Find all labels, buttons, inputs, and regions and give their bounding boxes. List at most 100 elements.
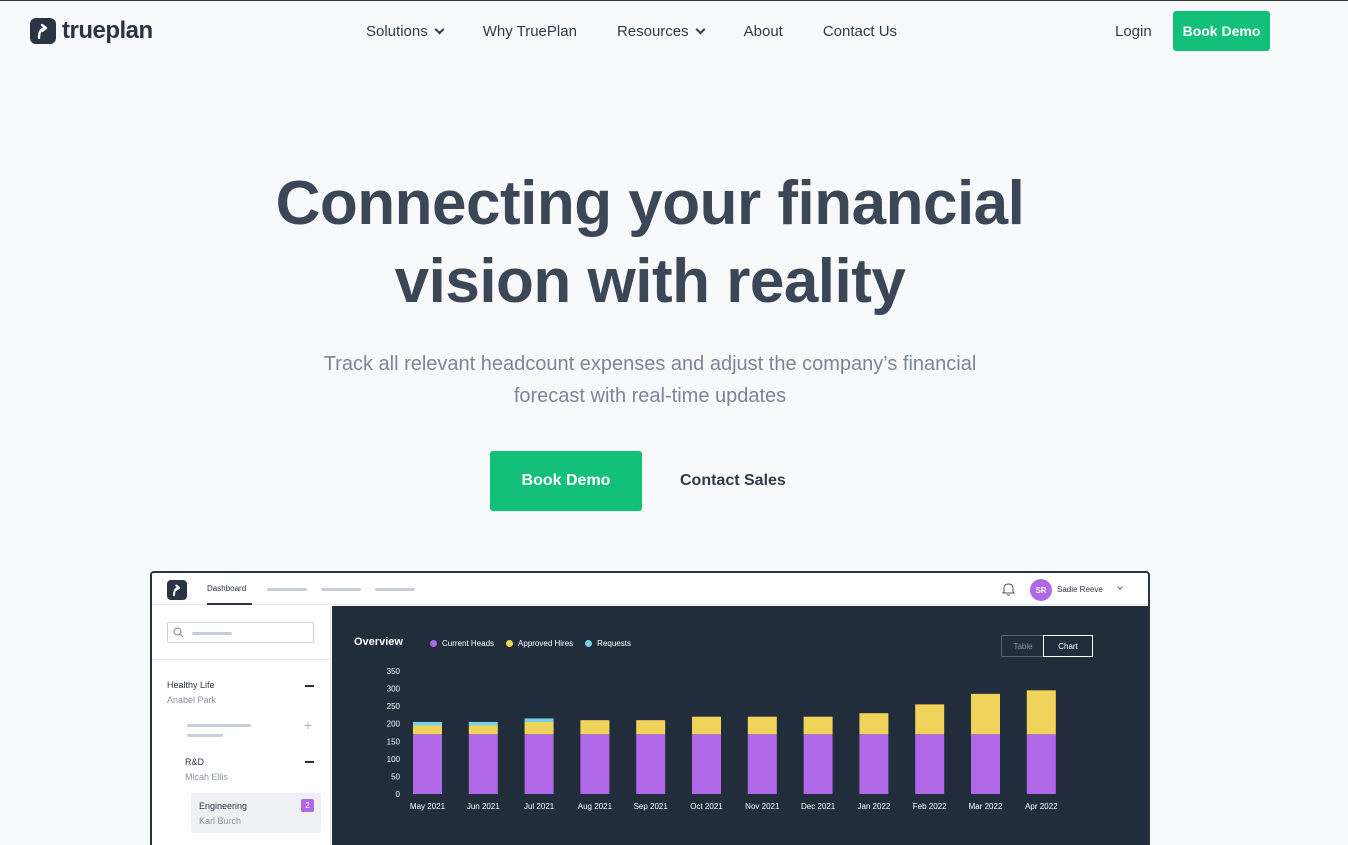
logo-arrow-icon (30, 18, 56, 44)
bar-approved-hires[interactable] (747, 716, 777, 735)
hero-title: Connecting your financial vision with re… (0, 165, 1300, 321)
avatar[interactable]: SR (1030, 579, 1052, 601)
nav-contact-us-label: Contact Us (822, 23, 898, 40)
bell-icon[interactable] (1002, 582, 1015, 596)
bar-current-heads[interactable] (747, 734, 777, 794)
y-tick-label: 50 (391, 772, 400, 781)
book-demo-nav-button[interactable]: Book Demo (1173, 11, 1270, 51)
chevron-down-icon (695, 24, 706, 35)
divider (152, 659, 331, 660)
login-link[interactable]: Login (1115, 23, 1152, 40)
nav-contact-us[interactable]: Contact Us (823, 23, 897, 40)
bar-approved-hires[interactable] (692, 716, 721, 735)
nav-about-label: About (743, 23, 783, 40)
placeholder-item (187, 724, 251, 727)
tab-dashboard[interactable]: Dashboard (207, 584, 246, 593)
nav-solutions[interactable]: Solutions (366, 23, 445, 40)
hero-subtitle-line-1: Track all relevant headcount expenses an… (323, 353, 977, 375)
tab-placeholder[interactable] (267, 588, 307, 591)
chevron-down-icon[interactable] (1117, 584, 1123, 590)
hero-subtitle-line-2: forecast with real-time updates (513, 385, 787, 407)
bar-approved-hires[interactable] (1026, 690, 1056, 735)
bar-current-heads[interactable] (636, 734, 666, 794)
bar-approved-hires[interactable] (636, 720, 666, 735)
nav-why-trueplan[interactable]: Why TruePlan (483, 23, 577, 40)
bar-current-heads[interactable] (971, 734, 1000, 794)
nav-resources-label: Resources (616, 23, 689, 40)
x-tick-label: Aug 2021 (578, 802, 613, 811)
book-demo-button[interactable]: Book Demo (490, 451, 642, 511)
bar-current-heads[interactable] (524, 734, 554, 794)
user-name[interactable]: Sadie Reeve (1057, 585, 1103, 594)
search-placeholder-bar (192, 632, 232, 635)
x-tick-label: Oct 2021 (690, 802, 723, 811)
bar-requests[interactable] (413, 721, 442, 726)
bar-current-heads[interactable] (1026, 734, 1056, 794)
hero-subtitle: Track all relevant headcount expenses an… (0, 348, 1300, 412)
app-preview: Dashboard SR Sadie Reeve Healthy Life An… (150, 571, 1150, 845)
y-tick-label: 150 (387, 737, 401, 746)
headcount-chart: 0 50 100 150 200 250 300 350 May 2021 Jun 2021 Jul… (387, 667, 1058, 811)
hero-title-line-1: Connecting your financial (275, 169, 1025, 238)
bar-requests[interactable] (468, 721, 498, 726)
bar-current-heads[interactable] (580, 734, 610, 794)
x-tick-label: May 2021 (410, 802, 446, 811)
group-title[interactable]: Healthy Life (167, 680, 215, 690)
bar-current-heads[interactable] (859, 734, 889, 794)
y-tick-label: 0 (396, 790, 401, 799)
active-tab-indicator (207, 603, 252, 605)
x-tick-label: Dec 2021 (801, 802, 836, 811)
chevron-down-icon (434, 24, 445, 35)
bar-current-heads[interactable] (468, 734, 498, 794)
collapse-icon[interactable] (305, 761, 314, 763)
x-tick-label: Jul 2021 (524, 802, 555, 811)
y-tick-label: 250 (387, 702, 401, 711)
top-navigation: trueplan Solutions Why TruePlan Resource… (0, 1, 1348, 61)
tab-placeholder[interactable] (375, 588, 415, 591)
add-icon[interactable]: + (304, 718, 312, 732)
bar-approved-hires[interactable] (413, 725, 442, 735)
search-input[interactable] (167, 622, 314, 643)
nav-resources[interactable]: Resources (616, 23, 706, 40)
app-logo-icon (167, 580, 187, 600)
bar-approved-hires[interactable] (859, 713, 889, 735)
bar-requests[interactable] (524, 718, 554, 722)
collapse-icon[interactable] (305, 685, 314, 687)
brand-logo[interactable]: trueplan (30, 17, 153, 45)
bar-approved-hires[interactable] (580, 720, 610, 735)
subgroup-owner: Micah Ellis (185, 772, 229, 782)
bar-approved-hires[interactable] (971, 693, 1000, 735)
search-icon (173, 627, 184, 638)
team-owner: Karl Burch (199, 816, 242, 826)
y-tick-label: 100 (387, 755, 401, 764)
y-tick-label: 350 (387, 667, 401, 676)
x-tick-label: Feb 2022 (913, 802, 947, 811)
tab-placeholder[interactable] (321, 588, 361, 591)
bar-current-heads[interactable] (803, 734, 833, 794)
bar-approved-hires[interactable] (803, 716, 833, 735)
contact-sales-link[interactable]: Contact Sales (680, 472, 786, 490)
y-tick-label: 200 (387, 720, 401, 729)
nav-why-trueplan-label: Why TruePlan (482, 23, 577, 40)
app-header: Dashboard SR Sadie Reeve (152, 573, 1148, 605)
subgroup-title[interactable]: R&D (185, 757, 204, 767)
x-tick-label: Apr 2022 (1025, 802, 1058, 811)
bar-approved-hires[interactable] (524, 721, 554, 735)
hero-title-line-2: vision with reality (394, 247, 906, 316)
nav-solutions-label: Solutions (366, 23, 428, 40)
sidebar-item-engineering[interactable]: Engineering Karl Burch 2 (191, 793, 321, 833)
bar-current-heads[interactable] (915, 734, 945, 794)
bar-current-heads[interactable] (413, 734, 442, 794)
brand-name: trueplan (62, 17, 153, 44)
bar-approved-hires[interactable] (915, 704, 945, 735)
bar-current-heads[interactable] (692, 734, 721, 794)
overview-panel: Overview Current Heads Approved Hires Re… (332, 606, 1148, 845)
x-tick-label: Jan 2022 (857, 802, 890, 811)
nav-links: Solutions Why TruePlan Resources About C… (366, 23, 937, 40)
x-tick-label: Mar 2022 (969, 802, 1003, 811)
nav-about[interactable]: About (744, 23, 783, 40)
placeholder-item (187, 734, 223, 737)
y-tick-label: 300 (387, 685, 401, 694)
team-title: Engineering (199, 801, 248, 811)
bar-approved-hires[interactable] (468, 725, 498, 735)
